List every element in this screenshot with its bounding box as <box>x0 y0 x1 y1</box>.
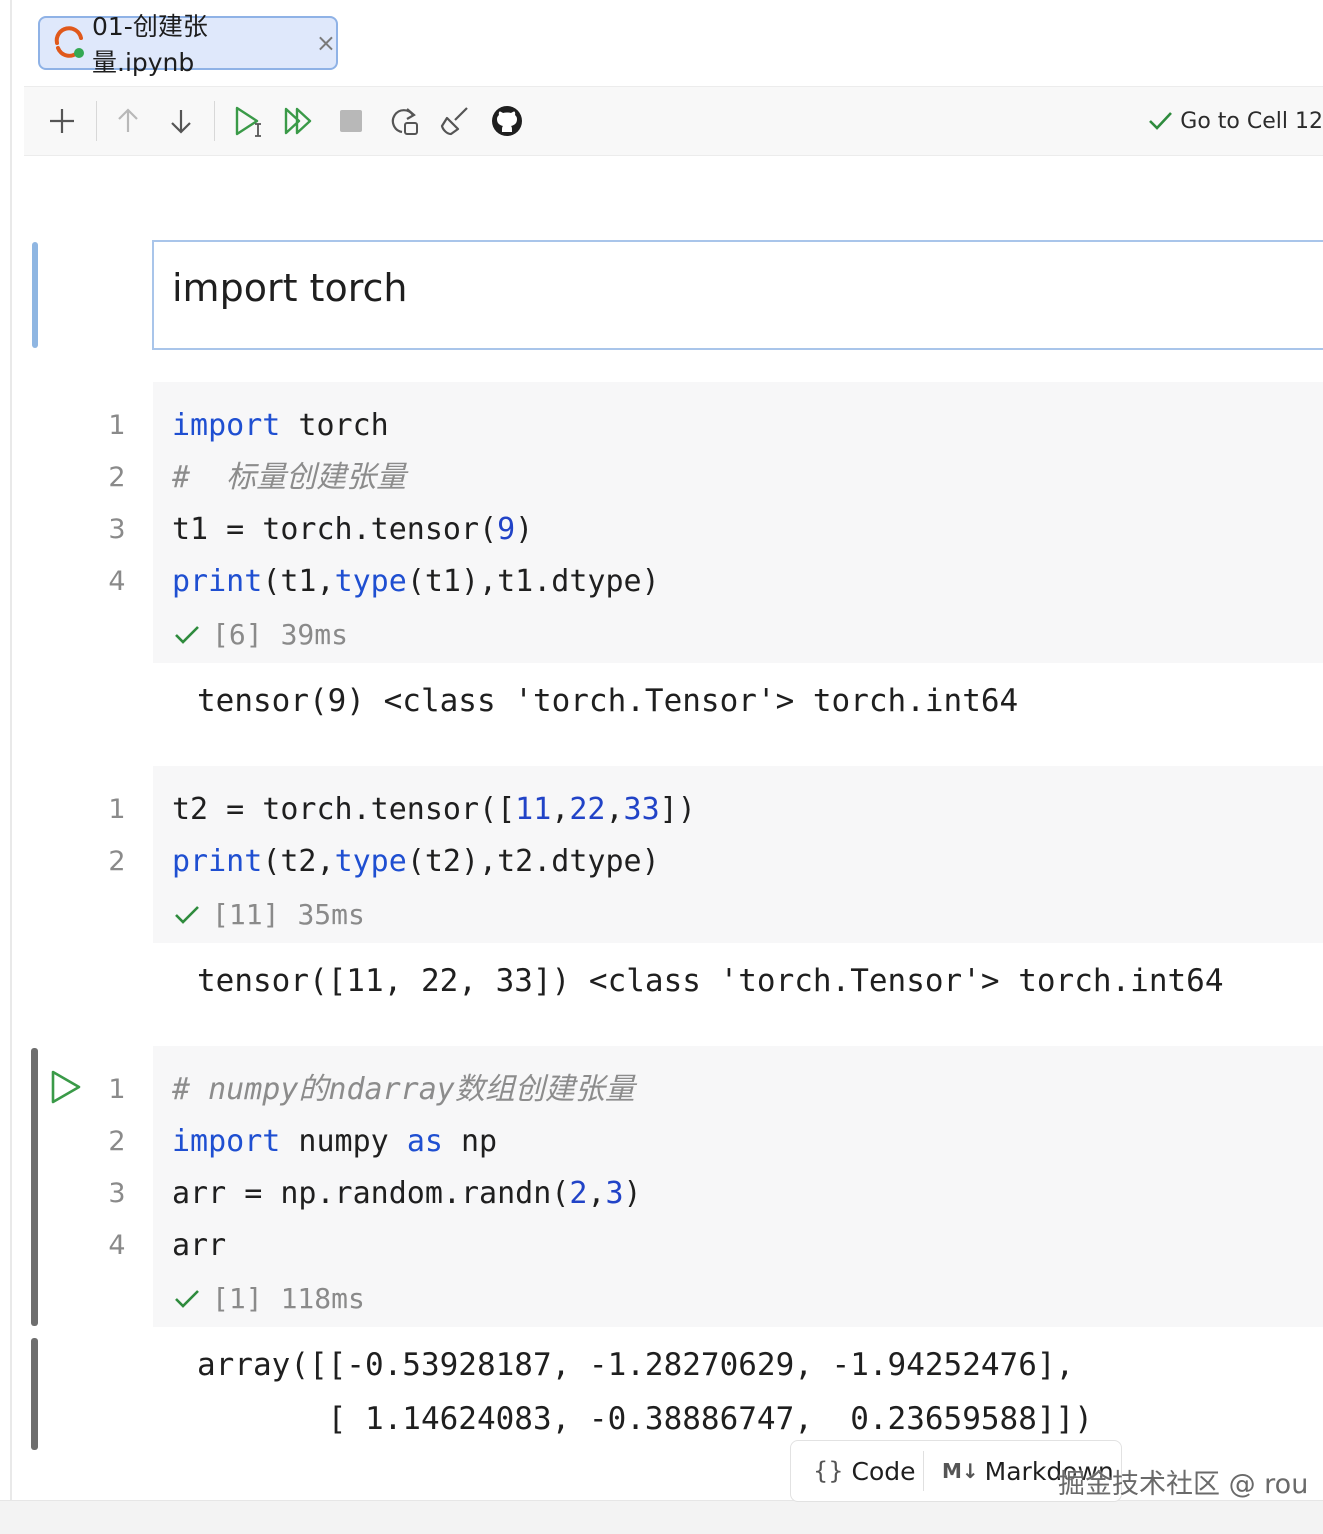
execution-count: [6] <box>212 618 263 651</box>
go-to-cell-label: Go to Cell 12 <box>1180 108 1323 134</box>
run-cell-icon[interactable] <box>48 1068 84 1106</box>
execution-status: [6] 39ms <box>172 610 348 660</box>
restart-icon[interactable] <box>384 101 424 141</box>
code-line: arr = np.random.randn(2,3) <box>172 1176 642 1211</box>
line-number: 3 <box>108 514 126 545</box>
line-number: 1 <box>108 1074 126 1105</box>
execution-time: 35ms <box>297 898 365 931</box>
check-icon <box>175 1290 199 1308</box>
code-line: import torch <box>172 408 389 443</box>
add-code-label: Code <box>851 1456 916 1486</box>
go-to-cell-button[interactable]: Go to Cell 12 <box>1146 105 1323 137</box>
line-number: 2 <box>108 462 126 493</box>
markdown-cell[interactable]: import torch <box>152 240 1323 350</box>
jupyter-icon <box>50 24 88 62</box>
code-line: print(t2,type(t2),t2.dtype) <box>172 844 660 879</box>
execution-count: [1] <box>212 1282 263 1315</box>
github-icon[interactable] <box>487 101 527 141</box>
execution-time: 39ms <box>280 618 349 651</box>
output-selection-indicator <box>31 1338 38 1450</box>
editor-bottom-edge <box>0 1500 1323 1534</box>
cell-output: [ 1.14624083, -0.38886747, 0.23659588]]) <box>197 1401 1093 1437</box>
code-editor[interactable]: import torch # 标量创建张量 t1 = torch.tensor(… <box>153 382 1323 663</box>
tab-bar: 01-创建张量.ipynb × <box>24 0 1323 87</box>
execution-status: [11] 35ms <box>172 890 365 940</box>
cell-output: tensor(9) <class 'torch.Tensor'> torch.i… <box>197 683 1019 719</box>
line-number: 1 <box>108 794 126 825</box>
markdown-cell-indicator <box>32 242 38 348</box>
window-left-edge <box>0 0 24 1533</box>
code-line: arr <box>172 1228 227 1263</box>
clear-outputs-icon[interactable] <box>435 101 475 141</box>
code-line: import numpy as np <box>172 1124 498 1159</box>
line-number: 2 <box>108 1126 126 1157</box>
cell-output: array([[-0.53928187, -1.28270629, -1.942… <box>197 1347 1075 1383</box>
tab-title: 01-创建张量.ipynb <box>92 12 208 77</box>
code-line: t1 = torch.tensor(9) <box>172 512 534 547</box>
braces-icon: {} <box>813 1457 844 1485</box>
code-comment: # 标量创建张量 <box>172 460 407 495</box>
check-icon <box>1149 112 1173 130</box>
check-icon <box>175 626 199 644</box>
line-number: 1 <box>108 410 126 441</box>
code-comment: # numpy的ndarray数组创建张量 <box>172 1072 635 1107</box>
markdown-text: import torch <box>172 266 408 310</box>
line-number: 3 <box>108 1178 126 1209</box>
code-editor[interactable]: t2 = torch.tensor([11,22,33]) print(t2,t… <box>153 766 1323 943</box>
line-number: 4 <box>108 1230 126 1261</box>
add-cell-icon[interactable] <box>42 101 82 141</box>
code-editor[interactable]: # numpy的ndarray数组创建张量 import numpy as np… <box>153 1046 1323 1327</box>
add-code-cell-button[interactable]: {} Code <box>791 1457 923 1486</box>
code-line: print(t1,type(t1),t1.dtype) <box>172 564 660 599</box>
execution-status: [1] 118ms <box>172 1274 365 1324</box>
line-number: 2 <box>108 846 126 877</box>
move-up-icon[interactable] <box>108 101 148 141</box>
execution-count: [11] <box>212 898 280 931</box>
run-all-icon[interactable] <box>279 101 319 141</box>
check-icon <box>175 906 199 924</box>
cell-output: tensor([11, 22, 33]) <class 'torch.Tenso… <box>197 963 1224 999</box>
code-line: t2 = torch.tensor([11,22,33]) <box>172 792 696 827</box>
close-icon[interactable]: × <box>316 29 336 57</box>
watermark: 掘金技术社区 @ rou <box>1058 1469 1309 1500</box>
execution-time: 118ms <box>280 1282 365 1315</box>
notebook-toolbar: Go to Cell 12 <box>24 87 1323 156</box>
stop-icon[interactable] <box>331 101 371 141</box>
cell-selection-indicator <box>31 1048 38 1326</box>
line-number: 4 <box>108 566 126 597</box>
move-down-icon[interactable] <box>161 101 201 141</box>
run-cell-icon[interactable] <box>228 101 268 141</box>
tab-notebook[interactable]: 01-创建张量.ipynb × <box>38 12 338 77</box>
markdown-icon: M↓ <box>942 1459 979 1483</box>
